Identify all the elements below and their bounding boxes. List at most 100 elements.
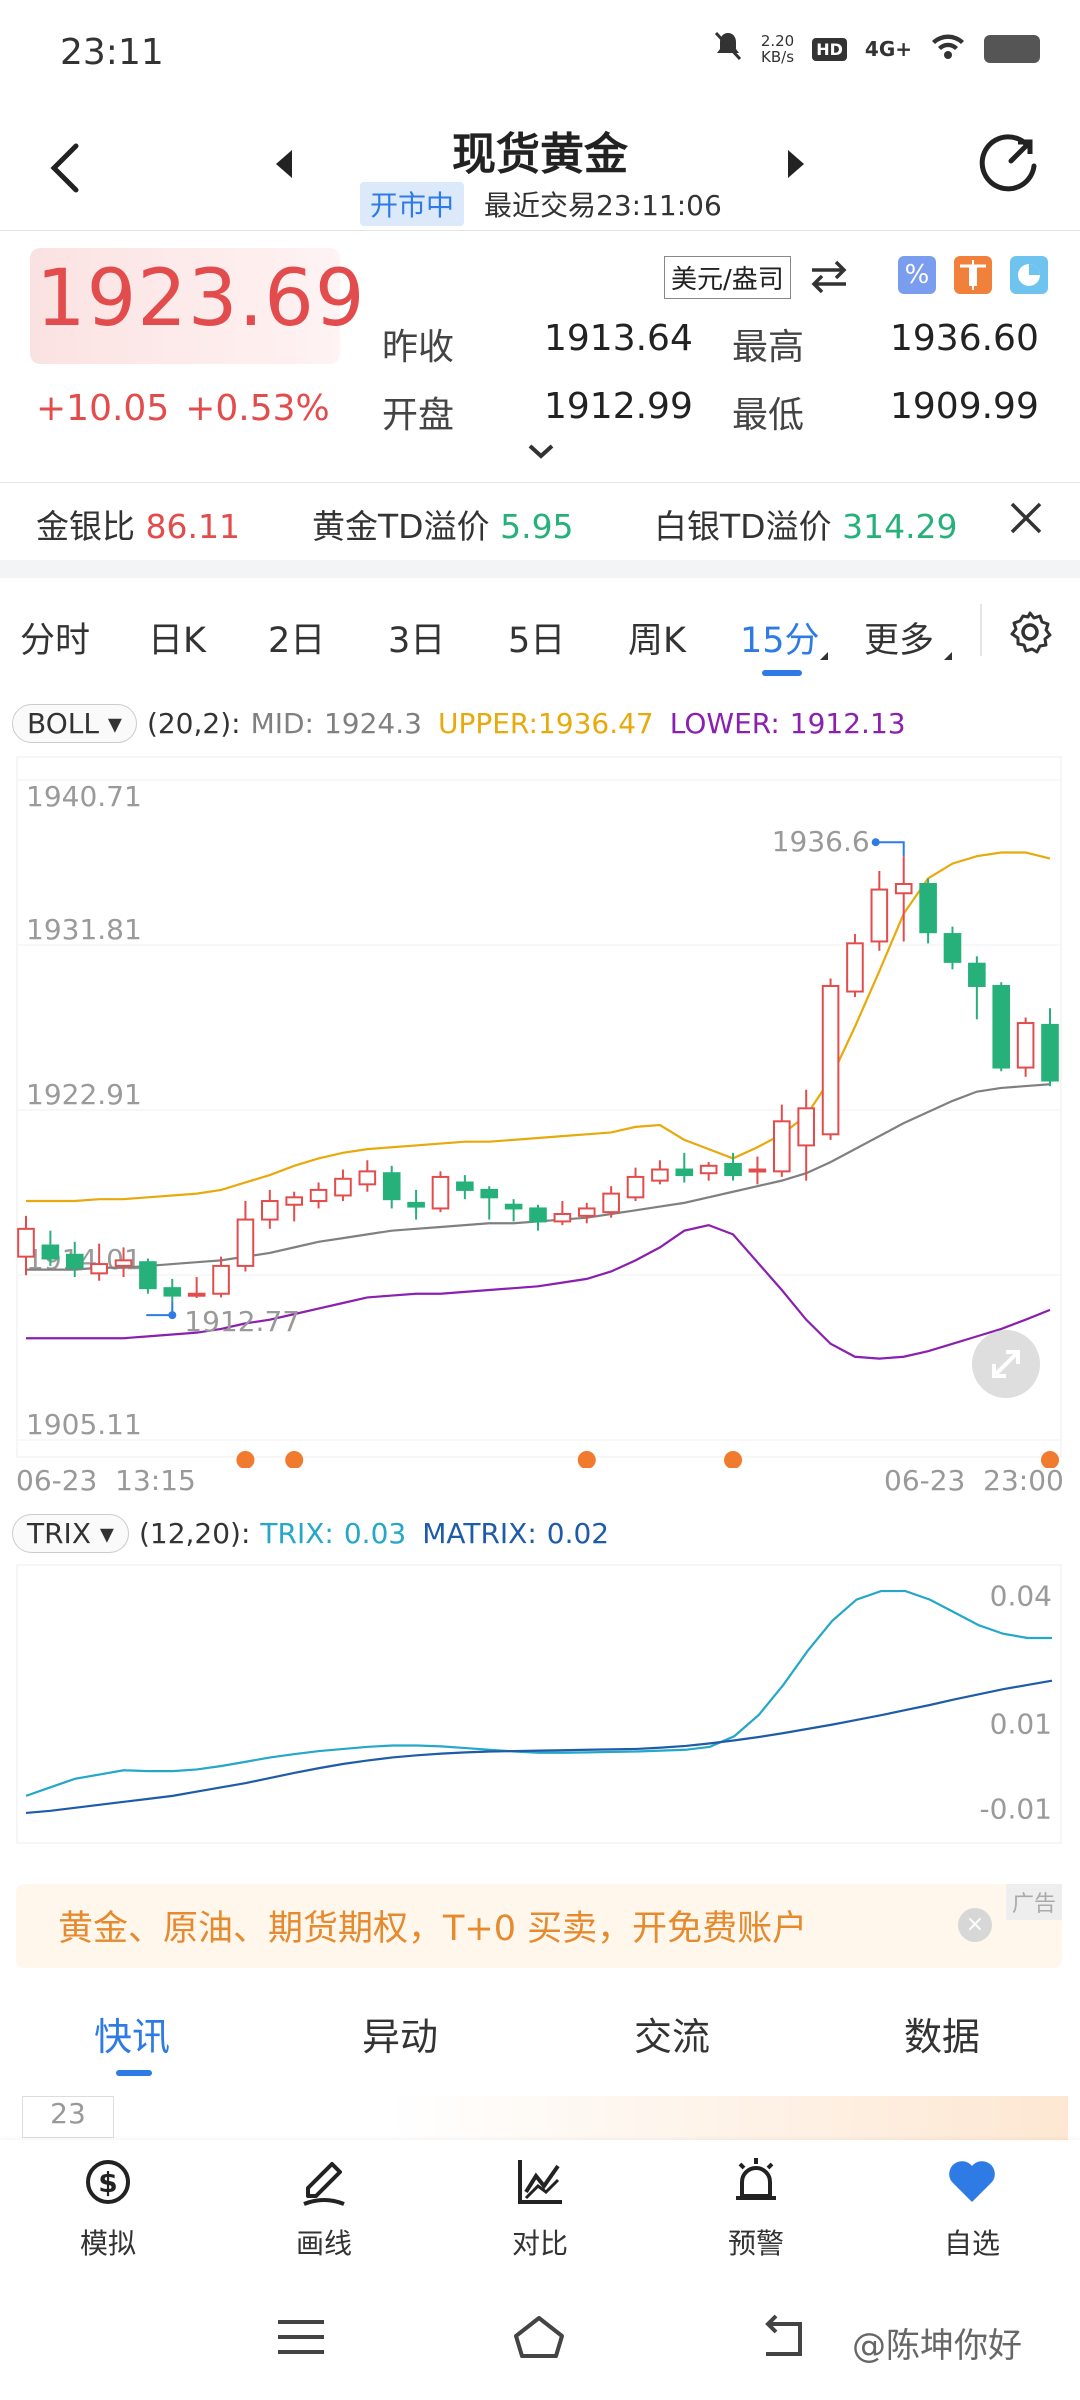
news-tab-indicator	[116, 2070, 152, 2076]
price-change: +10.05 +0.53%	[36, 388, 330, 429]
gear-icon	[1010, 611, 1052, 654]
favorite-heart-icon	[942, 2152, 1002, 2212]
tab-2day[interactable]: 2日	[268, 612, 325, 663]
boll-upper-label: UPPER:	[437, 707, 538, 740]
news-peek-banner[interactable]	[388, 2096, 1068, 2140]
news-tab-data[interactable]: 数据	[904, 2006, 980, 2061]
page-title: 现货黄金	[452, 129, 628, 180]
ad-text[interactable]: 黄金、原油、期货期权，T+0 买卖，开免费账户	[58, 1900, 807, 1951]
tab-more-dropdown-icon	[944, 652, 952, 660]
chevron-down-icon	[528, 444, 554, 459]
close-ratio-bar-button[interactable]	[1006, 498, 1046, 538]
nav-compare[interactable]: 对比	[480, 2152, 600, 2262]
expand-quote-button[interactable]	[524, 440, 558, 462]
tab-daily-k[interactable]: 日K	[148, 612, 206, 663]
news-tab-movement[interactable]: 异动	[362, 2006, 438, 2061]
boll-params: (20,2):	[146, 707, 241, 740]
nav-favorite[interactable]: 自选	[912, 2152, 1032, 2262]
candle-body	[1016, 1022, 1035, 1069]
candle-tool-icon[interactable]	[954, 256, 992, 294]
unit-selector[interactable]: 美元/盎司	[664, 256, 791, 299]
candle-body	[675, 1168, 694, 1177]
low-value: 1909.99	[890, 386, 1039, 427]
net-speed-value: 2.20	[760, 32, 795, 50]
candle-body	[651, 1168, 669, 1182]
nav-draw-line-label: 画线	[295, 2227, 352, 2260]
max-marker-label: 1936.6	[772, 825, 870, 858]
mute-bell-icon	[713, 30, 743, 68]
candle-body	[919, 883, 937, 934]
ad-close-button[interactable]: ×	[958, 1908, 992, 1942]
candle-body	[90, 1263, 108, 1275]
status-time: 23:11	[60, 32, 164, 73]
candle-body	[992, 984, 1011, 1069]
market-subtitle: 开市中 最近交易23:11:06	[360, 182, 722, 226]
nav-draw-line[interactable]: 画线	[264, 2152, 384, 2262]
system-menu-button[interactable]	[274, 2314, 328, 2360]
candle-body	[943, 933, 962, 963]
nav-alert[interactable]: 预警	[696, 2152, 816, 2262]
trix-value: 0.03	[343, 1517, 407, 1550]
boll-upper-value: 1936.47	[537, 707, 654, 740]
candlestick-chart[interactable]: 1940.711931.811922.911914.011905.111936.…	[16, 756, 1062, 1468]
system-home-button[interactable]	[512, 2314, 566, 2360]
prev-instrument-button[interactable]	[272, 148, 296, 180]
tab-intraday[interactable]: 分时	[20, 612, 90, 663]
boll-name: BOLL	[27, 707, 99, 740]
last-price: 1923.69	[36, 254, 366, 344]
max-marker-dot	[871, 838, 880, 847]
trix-selector[interactable]: TRIX ▾	[12, 1514, 129, 1553]
nav-simulate[interactable]: $ 模拟	[48, 2152, 168, 2262]
trix-params: (12,20):	[138, 1517, 251, 1550]
candle-body	[212, 1264, 230, 1295]
candle-body	[431, 1175, 450, 1210]
section-gap	[0, 560, 1080, 578]
candle-body	[602, 1192, 620, 1214]
active-tab-indicator	[762, 670, 802, 676]
next-instrument-button[interactable]	[784, 148, 808, 180]
trix-label: TRIX:	[260, 1517, 334, 1550]
nav-simulate-label: 模拟	[79, 2227, 136, 2260]
alert-bell-icon	[726, 2152, 786, 2212]
candle-body	[1041, 1023, 1059, 1082]
tab-3day[interactable]: 3日	[388, 612, 445, 663]
tab-more[interactable]: 更多	[864, 612, 934, 663]
candle-body	[773, 1120, 791, 1173]
pie-tool-icon[interactable]	[1010, 256, 1048, 294]
tab-weekly-k[interactable]: 周K	[628, 612, 686, 663]
trix-chart[interactable]: 0.04 0.01 -0.01	[16, 1564, 1062, 1850]
news-tab-flash[interactable]: 快讯	[94, 2006, 170, 2061]
last-trade-time: 最近交易23:11:06	[484, 189, 722, 222]
system-back-button[interactable]	[756, 2314, 810, 2360]
matrix-value: 0.02	[546, 1517, 610, 1550]
y-tick-label: 1931.81	[26, 913, 142, 946]
x-axis-end-label: 06-23 23:00	[884, 1464, 1064, 1497]
news-tab-community[interactable]: 交流	[634, 2006, 710, 2061]
silver-td-value: 314.29	[842, 507, 958, 546]
gold-td-label: 黄金TD溢价	[312, 507, 490, 546]
swap-unit-button[interactable]	[808, 256, 850, 296]
trix-name: TRIX	[27, 1517, 91, 1550]
gold-silver-label: 金银比	[36, 507, 135, 546]
hd-icon: HD	[812, 37, 847, 61]
tab-15min[interactable]: 15分	[740, 612, 820, 663]
header-divider	[0, 230, 1080, 231]
candle-body	[968, 962, 986, 987]
candle-body	[870, 888, 889, 943]
candle-body	[187, 1292, 206, 1297]
change-percent: +0.53%	[185, 388, 330, 429]
candle-body	[748, 1168, 767, 1173]
refresh-button[interactable]	[976, 126, 1046, 196]
net-speed: 2.20 KB/s	[761, 33, 794, 65]
candle-body	[114, 1259, 133, 1267]
chart-settings-button[interactable]	[1006, 608, 1054, 656]
boll-selector[interactable]: BOLL ▾	[12, 704, 137, 743]
percent-tool-icon[interactable]: %	[898, 256, 936, 294]
close-icon	[1010, 502, 1042, 534]
nav-favorite-label: 自选	[943, 2227, 1000, 2260]
candle-body	[309, 1188, 328, 1203]
gold-td-value: 5.95	[500, 507, 574, 546]
tab-5day[interactable]: 5日	[508, 612, 565, 663]
wifi-icon	[930, 32, 966, 66]
low-label: 最低	[732, 395, 805, 436]
